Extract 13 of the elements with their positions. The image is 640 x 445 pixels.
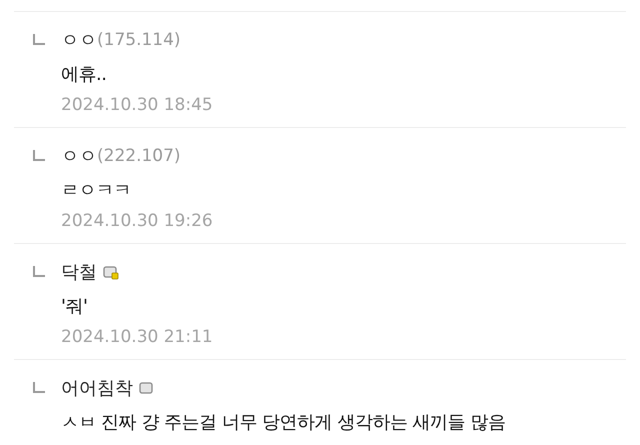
- author-name: ㅇㅇ: [61, 29, 97, 52]
- comment-date: 2024.10.30 18:45: [61, 95, 213, 115]
- comment-text: ㄹㅇㅋㅋ: [61, 179, 132, 202]
- comment-date: 2024.10.30 19:26: [61, 211, 213, 231]
- comment-text: ㅅㅂ 진짜 걍 주는걸 너무 당연하게 생각하는 새끼들 많음: [61, 411, 506, 434]
- author-ip: (222.107): [97, 146, 181, 166]
- comment-date: 2024.10.30 21:11: [61, 327, 213, 347]
- author-name: 닥철: [61, 261, 97, 284]
- author-ip: (175.114): [97, 30, 181, 50]
- author-name: ㅇㅇ: [61, 145, 97, 168]
- comment-text: 에휴..: [61, 63, 108, 86]
- author-name: 어어침착: [61, 377, 133, 400]
- comment-text: '줘': [61, 295, 88, 318]
